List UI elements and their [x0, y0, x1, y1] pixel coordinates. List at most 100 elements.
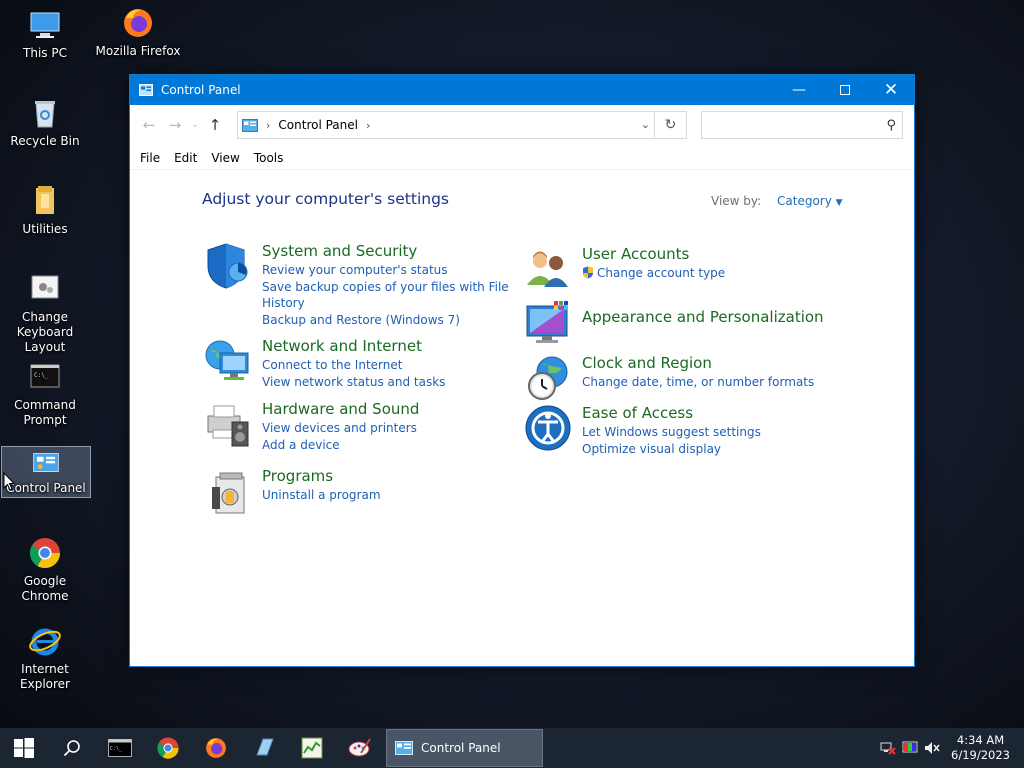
desktop-icon-label: Control Panel [6, 481, 86, 495]
link-uninstall-program[interactable]: Uninstall a program [262, 487, 381, 504]
desktop-icon-label: Change Keyboard Layout [16, 310, 74, 354]
menu-edit[interactable]: Edit [174, 151, 197, 169]
forward-button[interactable]: → [162, 112, 188, 138]
address-bar[interactable]: › Control Panel › ⌄ ↻ [237, 111, 687, 139]
view-by-dropdown[interactable]: Category ▼ [777, 194, 843, 208]
taskbar-control-panel-window[interactable]: Control Panel [386, 729, 543, 767]
taskbar-firefox[interactable] [192, 728, 240, 768]
desktop-icon-firefox[interactable]: Mozilla Firefox [93, 6, 183, 59]
control-panel-content: Adjust your computer's settings View by:… [130, 169, 914, 666]
category-title[interactable]: Hardware and Sound [262, 400, 419, 418]
recycle-bin-icon [35, 101, 55, 128]
display-color-icon[interactable] [899, 728, 921, 768]
settings-window-icon [31, 275, 59, 299]
command-prompt-icon: C:\_ [30, 364, 60, 388]
users-icon [527, 251, 568, 287]
chevron-right-icon[interactable]: › [366, 119, 370, 132]
start-button[interactable] [0, 728, 48, 768]
taskbar-app-paint[interactable] [336, 728, 384, 768]
minimize-button[interactable]: — [776, 75, 822, 105]
close-icon: ✕ [883, 80, 899, 100]
svg-text:C:\_: C:\_ [110, 746, 123, 752]
windows-logo-icon [14, 738, 34, 758]
category-title[interactable]: System and Security [262, 242, 509, 260]
clock-globe-icon [528, 356, 568, 400]
breadcrumb-control-panel[interactable]: Control Panel [278, 118, 358, 132]
desktop-icon-recycle-bin[interactable]: Recycle Bin [0, 96, 90, 149]
menu-tools[interactable]: Tools [254, 151, 284, 169]
taskbar-clock[interactable]: 4:34 AM 6/19/2023 [951, 733, 1010, 763]
desktop-icon-internet-explorer[interactable]: Internet Explorer [0, 624, 90, 692]
category-title[interactable]: Appearance and Personalization [582, 308, 824, 326]
internet-explorer-icon [29, 628, 61, 656]
menu-file[interactable]: File [140, 151, 160, 169]
category-title[interactable]: Programs [262, 467, 381, 485]
link-windows-suggest-settings[interactable]: Let Windows suggest settings [582, 424, 761, 441]
link-connect-internet[interactable]: Connect to the Internet [262, 357, 445, 374]
category-ease-of-access: Ease of Access Let Windows suggest setti… [524, 404, 761, 457]
category-title[interactable]: Network and Internet [262, 337, 445, 355]
search-button[interactable] [48, 728, 96, 768]
title-bar[interactable]: Control Panel — ✕ [130, 75, 914, 105]
desktop-icon-this-pc[interactable]: This PC [0, 8, 90, 61]
arrow-right-icon: → [168, 116, 182, 134]
svg-text:C:\_: C:\_ [34, 372, 49, 379]
recent-locations-button[interactable]: ⌄ [188, 112, 202, 138]
desktop-icon-label: Command Prompt [14, 398, 76, 427]
link-change-account-type[interactable]: Change account type [582, 265, 725, 282]
address-dropdown-button[interactable]: ⌄ [641, 118, 650, 131]
chevron-right-icon[interactable]: › [266, 119, 270, 132]
maximize-icon [840, 85, 850, 95]
link-add-device[interactable]: Add a device [262, 437, 419, 454]
menu-view[interactable]: View [211, 151, 239, 169]
up-button[interactable]: ↑ [202, 112, 228, 138]
link-view-devices[interactable]: View devices and printers [262, 420, 419, 437]
volume-muted-icon[interactable] [921, 728, 943, 768]
back-button[interactable]: ← [136, 112, 162, 138]
taskbar-chrome[interactable] [144, 728, 192, 768]
desktop-icon-change-keyboard-layout[interactable]: Change Keyboard Layout [0, 272, 90, 355]
maximize-button[interactable] [822, 75, 868, 105]
category-network-and-internet: Network and Internet Connect to the Inte… [204, 337, 445, 390]
search-box[interactable]: ⚲ [701, 111, 903, 139]
category-title[interactable]: Clock and Region [582, 354, 814, 372]
shield-icon [207, 243, 248, 289]
network-disconnected-icon[interactable] [877, 728, 899, 768]
search-icon [63, 740, 80, 757]
link-save-backup[interactable]: Save backup copies of your files with Fi… [262, 279, 509, 296]
link-review-status[interactable]: Review your computer's status [262, 262, 509, 279]
link-optimize-visual-display[interactable]: Optimize visual display [582, 441, 761, 458]
command-prompt-icon: C:\_ [108, 739, 132, 757]
category-title[interactable]: Ease of Access [582, 404, 761, 422]
category-title[interactable]: User Accounts [582, 245, 725, 263]
link-backup-restore[interactable]: Backup and Restore (Windows 7) [262, 312, 509, 329]
control-panel-icon [139, 84, 153, 96]
desktop-icon-utilities[interactable]: Utilities [0, 184, 90, 237]
window-title: Control Panel [161, 83, 241, 97]
taskbar-command-prompt[interactable]: C:\_ [96, 728, 144, 768]
programs-icon [212, 472, 245, 514]
ease-of-access-icon [525, 405, 571, 451]
link-network-status[interactable]: View network status and tasks [262, 374, 445, 391]
control-panel-icon [395, 741, 413, 755]
category-appearance: Appearance and Personalization [524, 298, 824, 348]
chrome-icon [157, 737, 179, 759]
refresh-button[interactable]: ↻ [654, 112, 686, 138]
caret-down-icon: ▼ [835, 198, 843, 208]
paint-icon [348, 738, 371, 757]
chrome-icon [29, 538, 61, 569]
view-by-label: View by: [711, 194, 762, 208]
taskbar-app-task-manager[interactable] [288, 728, 336, 768]
chevron-down-icon: ⌄ [640, 118, 650, 131]
link-save-backup-history[interactable]: History [262, 295, 509, 312]
search-input[interactable] [708, 118, 887, 132]
desktop-icon-chrome[interactable]: Google Chrome [0, 536, 90, 604]
link-change-date-formats[interactable]: Change date, time, or number formats [582, 374, 814, 391]
search-icon[interactable]: ⚲ [886, 118, 896, 133]
close-button[interactable]: ✕ [868, 75, 914, 105]
taskbar-app-notepad[interactable] [240, 728, 288, 768]
desktop-icon-command-prompt[interactable]: C:\_ Command Prompt [0, 360, 90, 428]
control-panel-window[interactable]: Control Panel — ✕ ← → ⌄ ↑ › Control Pane… [129, 74, 915, 667]
printer-icon [207, 405, 249, 447]
control-panel-icon [33, 453, 59, 472]
